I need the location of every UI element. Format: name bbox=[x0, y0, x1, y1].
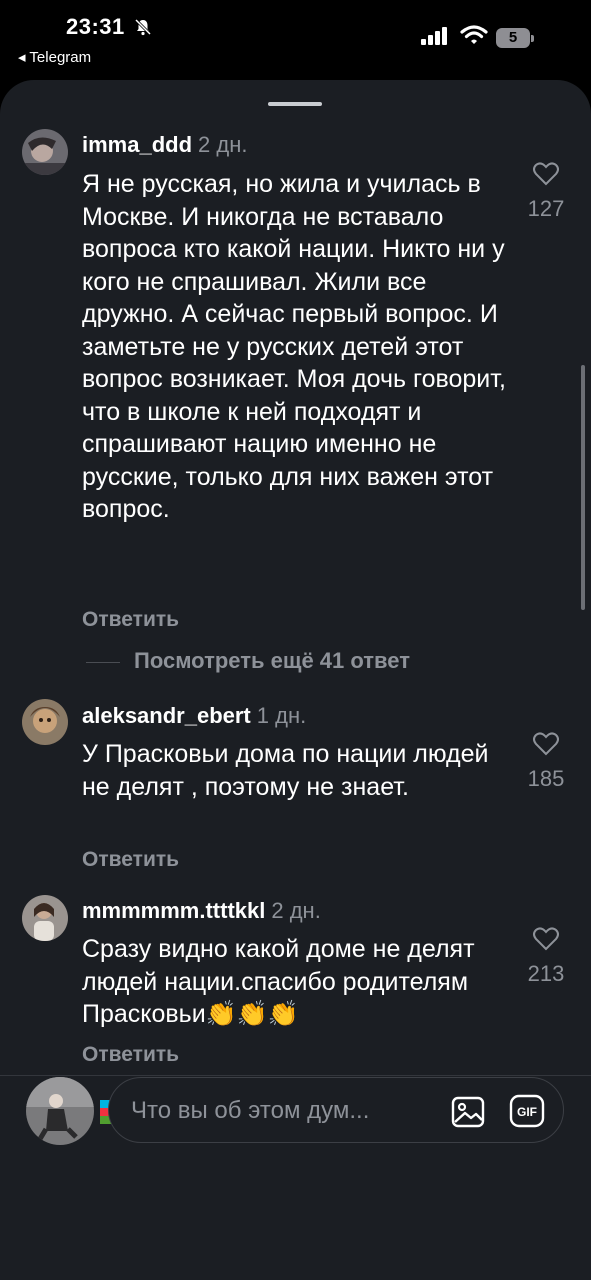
comment-meta: imma_ddd 2 дн. bbox=[82, 132, 247, 158]
like-button[interactable]: 185 bbox=[521, 730, 571, 792]
username[interactable]: aleksandr_ebert bbox=[82, 703, 251, 728]
heart-icon bbox=[533, 732, 559, 756]
signal-icon bbox=[421, 27, 447, 45]
reply-button[interactable]: Ответить bbox=[82, 1043, 179, 1067]
username[interactable]: imma_ddd bbox=[82, 132, 192, 157]
heart-icon bbox=[533, 927, 559, 951]
comment-meta: mmmmmm.ttttkkl 2 дн. bbox=[82, 898, 321, 924]
status-time: 23:31 bbox=[66, 14, 125, 39]
like-count: 213 bbox=[527, 961, 565, 986]
comment-composer: GIF bbox=[108, 1077, 564, 1143]
battery-indicator: 5 bbox=[496, 28, 534, 50]
timestamp: 2 дн. bbox=[271, 898, 321, 923]
comment-text: Сразу видно какой доме не делят людей на… bbox=[82, 935, 475, 1028]
avatar[interactable] bbox=[22, 129, 68, 175]
wifi-icon bbox=[460, 25, 488, 44]
like-count: 127 bbox=[527, 196, 565, 221]
comment-input[interactable] bbox=[129, 1094, 433, 1128]
comment-text: Я не русская, но жила и училась в Москве… bbox=[82, 170, 506, 523]
reply-button[interactable]: Ответить bbox=[82, 848, 179, 872]
like-count: 185 bbox=[527, 766, 565, 791]
svg-text:GIF: GIF bbox=[517, 1105, 537, 1119]
timestamp: 1 дн. bbox=[256, 703, 307, 728]
back-to-telegram-link[interactable]: ◂ Telegram bbox=[18, 48, 91, 66]
bell-off-icon bbox=[134, 18, 152, 36]
divider-line bbox=[86, 662, 120, 663]
reply-button[interactable]: Ответить bbox=[82, 608, 179, 632]
like-button[interactable]: 213 bbox=[521, 925, 571, 987]
timestamp: 2 дн. bbox=[198, 132, 248, 157]
comment-text: У Прасковьи дома по нации людей не делят… bbox=[82, 740, 489, 801]
image-picker-icon[interactable] bbox=[451, 1096, 485, 1128]
username[interactable]: mmmmmm.ttttkkl bbox=[82, 898, 265, 923]
gif-picker-icon[interactable]: GIF bbox=[509, 1094, 545, 1128]
like-button[interactable]: 127 bbox=[521, 160, 571, 222]
my-avatar[interactable] bbox=[26, 1077, 94, 1145]
view-more-replies-button[interactable]: Посмотреть ещё 41 ответ bbox=[86, 648, 486, 678]
battery-level: 5 bbox=[496, 28, 530, 48]
view-more-replies-label: Посмотреть ещё 41 ответ bbox=[134, 648, 410, 673]
battery-nub bbox=[531, 35, 534, 42]
avatar[interactable] bbox=[22, 699, 68, 745]
scrollbar[interactable] bbox=[581, 365, 585, 610]
reactions-divider bbox=[0, 1075, 591, 1076]
avatar[interactable] bbox=[22, 895, 68, 941]
sheet-drag-handle[interactable] bbox=[268, 102, 322, 106]
comment-meta: aleksandr_ebert 1 дн. bbox=[82, 703, 306, 729]
heart-icon bbox=[533, 162, 559, 186]
